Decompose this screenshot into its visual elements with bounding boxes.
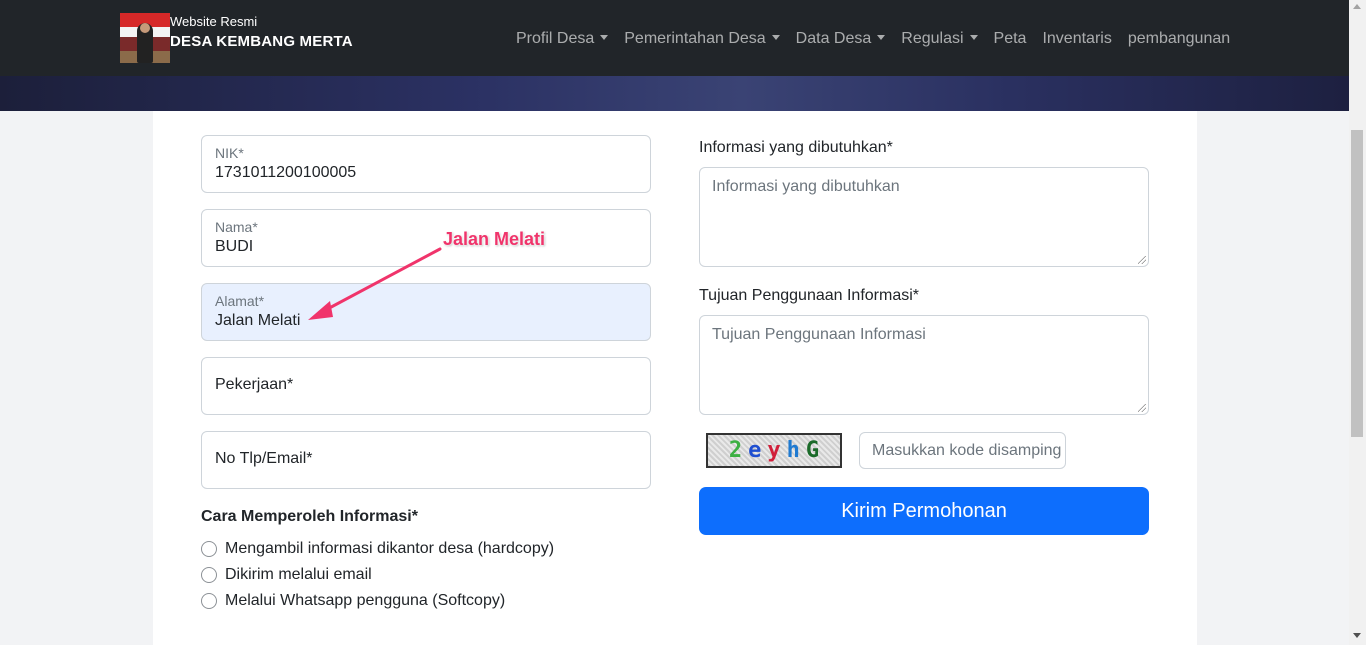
navbar: Website Resmi DESA KEMBANG MERTA Profil … [0,0,1349,76]
radio-option-hardcopy[interactable]: Mengambil informasi dikantor desa (hardc… [201,540,554,558]
alamat-label: Alamat* [215,293,265,309]
contact-label: No Tlp/Email* [215,450,313,467]
captcha-char: e [748,438,762,463]
captcha-char: y [767,438,781,463]
resize-grip-icon[interactable] [1138,256,1146,264]
informasi-textarea[interactable]: Informasi yang dibutuhkan [699,167,1149,267]
contact-field[interactable]: No Tlp/Email* [201,431,651,489]
radio-button[interactable] [201,593,217,609]
captcha-placeholder: Masukkan kode disamping [872,442,1062,459]
nav-peta[interactable]: Peta [986,27,1035,51]
tujuan-label: Tujuan Penggunaan Informasi* [699,287,919,304]
radio-option-whatsapp[interactable]: Melalui Whatsapp pengguna (Softcopy) [201,592,505,610]
village-logo [120,13,170,63]
pekerjaan-label: Pekerjaan* [215,376,294,393]
caret-down-icon [877,35,886,40]
nama-label: Nama* [215,219,258,235]
nav-regulasi[interactable]: Regulasi [893,27,985,51]
radio-option-email[interactable]: Dikirim melalui email [201,566,372,584]
brand-title: DESA KEMBANG MERTA [170,33,353,50]
submit-request-button[interactable]: Kirim Permohonan [699,487,1149,535]
resize-grip-icon[interactable] [1138,404,1146,412]
scroll-down-arrow-icon[interactable] [1353,633,1361,638]
nav-pemerintahan-desa[interactable]: Pemerintahan Desa [616,27,787,51]
delivery-method-title: Cara Memperoleh Informasi* [201,508,418,525]
captcha-image: 2 e y h G [706,433,842,468]
main-nav: Profil Desa Pemerintahan Desa Data Desa … [508,27,1238,51]
brand[interactable]: Website Resmi DESA KEMBANG MERTA [120,13,353,63]
tujuan-placeholder: Tujuan Penggunaan Informasi [712,326,926,343]
caret-down-icon [969,35,978,40]
request-form-card: NIK* 1731011200100005 Nama* BUDI Alamat*… [153,111,1197,645]
radio-button[interactable] [201,567,217,583]
tujuan-textarea[interactable]: Tujuan Penggunaan Informasi [699,315,1149,415]
nik-label: NIK* [215,145,244,161]
scroll-thumb[interactable] [1351,130,1363,437]
scroll-up-arrow-icon[interactable] [1353,4,1361,9]
radio-button[interactable] [201,541,217,557]
nik-field[interactable]: NIK* 1731011200100005 [201,135,651,193]
pekerjaan-field[interactable]: Pekerjaan* [201,357,651,415]
annotation-label: Jalan Melati [443,229,546,249]
caret-down-icon [771,35,780,40]
nik-value: 1731011200100005 [215,164,357,181]
nav-profil-desa[interactable]: Profil Desa [508,27,616,51]
page-scrollbar[interactable] [1349,0,1366,645]
captcha-char: G [805,438,820,463]
brand-subtitle: Website Resmi [170,14,258,29]
nav-data-desa[interactable]: Data Desa [788,27,894,51]
nama-value: BUDI [215,238,254,255]
alamat-value: Jalan Melati [215,312,301,329]
annotation-arrow-icon [308,247,442,320]
informasi-placeholder: Informasi yang dibutuhkan [712,178,900,195]
captcha-char: h [786,438,800,463]
captcha-input[interactable]: Masukkan kode disamping [859,432,1066,469]
nav-inventaris[interactable]: Inventaris [1034,27,1119,51]
captcha-char: 2 [728,438,743,463]
informasi-label: Informasi yang dibutuhkan* [699,139,893,156]
caret-down-icon [600,35,609,40]
nav-pembangunan[interactable]: pembangunan [1120,27,1238,51]
